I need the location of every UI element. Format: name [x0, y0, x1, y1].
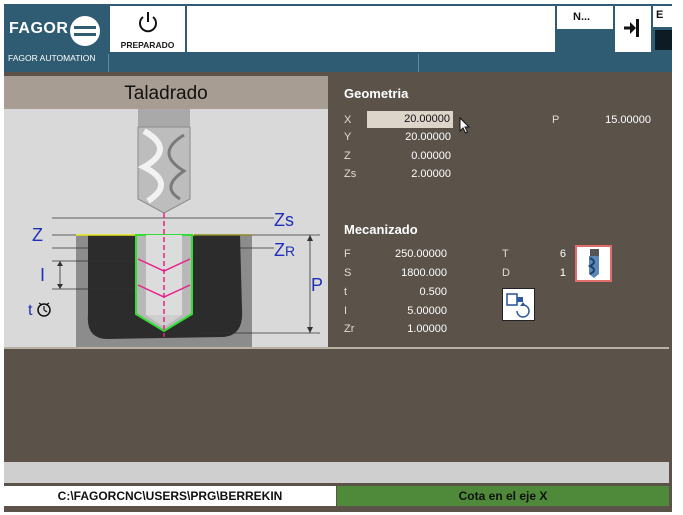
p-label: P — [311, 275, 323, 295]
header-bar: FAGOR FAGOR AUTOMATION PREPARADO N... E — [4, 4, 672, 72]
cnc-window: FAGOR FAGOR AUTOMATION PREPARADO N... E … — [4, 4, 672, 512]
i-label: I — [344, 305, 348, 317]
t-field[interactable]: 0.500 — [357, 286, 447, 298]
spindle-direction-button[interactable] — [502, 288, 535, 321]
header-subtab-2 — [418, 54, 672, 72]
e-box-lower — [655, 30, 672, 50]
drilling-diagram: Zs Z ZR I P t — [4, 109, 328, 347]
cycle-title: Taladrado — [124, 83, 208, 104]
s-field[interactable]: 1800.000 — [357, 267, 447, 279]
zr-label: ZR — [274, 240, 295, 260]
f-field[interactable]: 250.00000 — [357, 248, 447, 260]
program-path: C:\FAGORCNC\USERS\PRG\BERREKIN — [4, 486, 336, 506]
spindle-rotation-icon — [506, 293, 530, 318]
x-field[interactable]: 20.00000 — [367, 111, 453, 128]
p-label: P — [552, 114, 560, 126]
i-label: I — [40, 265, 45, 285]
brand-name: FAGOR — [9, 20, 69, 37]
z-label: Z — [32, 225, 43, 245]
help-message: Cota en el eje X — [337, 486, 669, 506]
f-label: F — [344, 248, 351, 260]
e-box[interactable]: E — [653, 6, 672, 27]
exit-arrow-icon — [624, 19, 639, 37]
machining-title: Mecanizado — [344, 222, 418, 237]
p-field[interactable]: 15.00000 — [561, 114, 651, 126]
y-field[interactable]: 20.00000 — [361, 131, 451, 143]
tool-field[interactable]: 6 — [476, 248, 566, 260]
zs-field[interactable]: 2.00000 — [361, 168, 451, 180]
horizontal-strip — [4, 462, 669, 483]
i-field[interactable]: 5.00000 — [357, 305, 447, 317]
z-field[interactable]: 0.00000 — [361, 150, 451, 162]
header-subtab-1 — [108, 54, 418, 72]
zr-label: Zr — [344, 323, 355, 335]
d-field[interactable]: 1 — [476, 267, 566, 279]
x-label: X — [344, 114, 352, 126]
timer-icon — [37, 302, 51, 317]
block-number-lower — [557, 30, 613, 52]
zr-field[interactable]: 1.00000 — [357, 323, 447, 335]
t-label: t — [344, 286, 348, 298]
block-number-box[interactable]: N... — [557, 6, 613, 29]
y-label: Y — [344, 131, 352, 143]
brand-subtitle: FAGOR AUTOMATION — [8, 53, 96, 63]
status-indicator[interactable]: PREPARADO — [110, 6, 185, 52]
fagor-logo-icon — [70, 16, 100, 46]
z-label: Z — [344, 150, 351, 162]
lower-panel — [4, 349, 669, 462]
power-icon — [139, 12, 157, 33]
status-label: PREPARADO — [120, 40, 175, 50]
drill-bit-icon — [587, 249, 599, 278]
tool-selector[interactable] — [575, 245, 612, 282]
exit-button[interactable] — [615, 6, 651, 52]
mouse-cursor-icon — [459, 117, 471, 134]
zs-label: Zs — [274, 210, 294, 230]
t-label: t — [28, 302, 33, 319]
s-label: S — [344, 267, 352, 279]
cycle-title-panel: Taladrado — [4, 76, 328, 109]
fagor-logo: FAGOR FAGOR AUTOMATION — [4, 4, 108, 70]
drill-bit-icon — [137, 109, 191, 214]
geometry-title: Geometria — [344, 86, 409, 101]
zs-label: Zs — [344, 168, 357, 180]
drilling-diagram-svg: Zs Z ZR I P t — [28, 109, 323, 347]
message-bar — [187, 6, 555, 52]
